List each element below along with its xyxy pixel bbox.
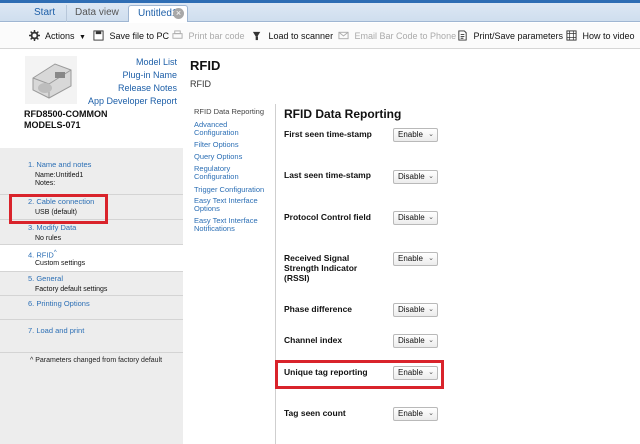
email-barcode-button[interactable]: Email Bar Code to Phone <box>338 29 456 44</box>
subnav-item-easy-text-interface-notifications[interactable]: Easy Text Interface Notifications <box>194 217 274 237</box>
step-rfid[interactable]: 4. RFID^ Custom settings <box>0 245 194 272</box>
load-scanner-label: Load to scanner <box>268 31 334 41</box>
chevron-down-icon: ⌄ <box>428 214 434 221</box>
step-title[interactable]: 3. Modify Data <box>28 223 76 233</box>
highlight-box-unique-tag-reporting <box>275 360 444 389</box>
printer-icon <box>172 30 183 39</box>
actions-menu-button[interactable]: Actions ▼ <box>29 29 86 44</box>
step-sub: Custom settings <box>35 260 86 267</box>
first-seen-timestamp-label: First seen time-stamp <box>284 129 372 139</box>
email-icon <box>338 31 349 40</box>
gear-icon <box>29 30 40 41</box>
left-panel: Model List Plug-in Name Release Notes Ap… <box>0 50 194 444</box>
save-file-button[interactable]: Save file to PC <box>93 29 169 44</box>
highlight-box-rfid-step <box>9 194 108 224</box>
step-general[interactable]: 5. General Factory default settings <box>0 272 183 296</box>
step-name-and-notes[interactable]: 1. Name and notes Name:Untitled1 Notes: <box>0 148 183 195</box>
model-list-link[interactable]: Model List <box>88 56 177 69</box>
chevron-down-icon: ⌄ <box>428 306 434 313</box>
print-barcode-button[interactable]: Print bar code <box>172 29 245 44</box>
chevron-down-icon: ⌄ <box>428 131 434 138</box>
phase-difference-label: Phase difference <box>284 304 353 314</box>
page-subtitle: RFID <box>190 79 211 89</box>
app-developer-report-link[interactable]: App Developer Report <box>88 95 177 108</box>
first-seen-timestamp-select[interactable]: Enable ⌄ <box>393 128 438 142</box>
step-sub: Factory default settings <box>35 286 108 293</box>
select-value: Disable <box>398 213 425 222</box>
save-icon <box>93 30 104 41</box>
save-label: Save file to PC <box>109 31 170 41</box>
model-links: Model List Plug-in Name Release Notes Ap… <box>88 56 177 108</box>
tag-seen-count-select[interactable]: Enable ⌄ <box>393 407 438 421</box>
tab-untitled1-label: Untitled1 <box>138 8 178 19</box>
last-seen-timestamp-select[interactable]: Disable ⌄ <box>393 170 438 184</box>
top-accent-line <box>0 0 640 3</box>
subnav: RFID Data Reporting Advanced Configurati… <box>194 108 274 237</box>
email-barcode-label: Email Bar Code to Phone <box>354 31 457 41</box>
how-to-video-button[interactable]: How to video <box>566 29 635 44</box>
step-load-and-print[interactable]: 7. Load and print <box>0 320 183 353</box>
step-printing-options[interactable]: 6. Printing Options <box>0 296 183 320</box>
subnav-item-easy-text-interface-options[interactable]: Easy Text Interface Options <box>194 197 274 217</box>
chevron-down-icon: ⌄ <box>428 255 434 262</box>
select-value: Disable <box>398 172 425 181</box>
chevron-down-icon: ⌄ <box>428 337 434 344</box>
chevron-down-icon: ⌄ <box>428 410 434 417</box>
rssi-select[interactable]: Enable ⌄ <box>393 252 438 266</box>
chevron-down-icon: ▼ <box>79 34 86 41</box>
document-icon <box>458 30 467 41</box>
chevron-down-icon: ⌄ <box>428 173 434 180</box>
step-title[interactable]: 1. Name and notes <box>28 160 91 170</box>
step-sub: No rules <box>35 235 62 242</box>
step-title[interactable]: 7. Load and print <box>28 326 84 336</box>
section-title: RFID Data Reporting <box>284 107 402 121</box>
step-title[interactable]: 6. Printing Options <box>28 299 90 309</box>
changed-marker: ^ <box>53 250 57 256</box>
close-icon[interactable]: × <box>173 8 184 19</box>
scanner-icon <box>252 31 261 41</box>
channel-index-label: Channel index <box>284 335 343 345</box>
tab-data-view[interactable]: Data view <box>66 5 127 22</box>
page-title: RFID <box>190 58 221 73</box>
channel-index-select[interactable]: Disable ⌄ <box>393 334 438 348</box>
subnav-item-regulatory-configuration[interactable]: Regulatory Configuration <box>194 165 274 186</box>
protocol-control-field-select[interactable]: Disable ⌄ <box>393 211 438 225</box>
select-value: Disable <box>398 336 425 345</box>
tab-untitled1[interactable]: Untitled1 × <box>128 5 188 22</box>
rssi-label: Received Signal Strength Indicator (RSSI… <box>284 253 358 283</box>
footnote: ^ Parameters changed from factory defaul… <box>30 357 163 364</box>
active-step-arrow <box>183 245 194 271</box>
print-save-params-label: Print/Save parameters <box>473 31 564 41</box>
last-seen-timestamp-label: Last seen time-stamp <box>284 170 371 180</box>
select-value: Disable <box>398 305 425 314</box>
phase-difference-select[interactable]: Disable ⌄ <box>393 303 438 317</box>
print-barcode-label: Print bar code <box>188 31 245 41</box>
subnav-item-advanced-configuration[interactable]: Advanced Configuration <box>194 121 274 141</box>
video-icon <box>566 30 577 41</box>
tag-seen-count-label: Tag seen count <box>284 408 346 418</box>
tab-start[interactable]: Start <box>26 5 63 22</box>
how-to-video-label: How to video <box>582 31 635 41</box>
select-value: Enable <box>398 130 423 139</box>
steps-panel: 1. Name and notes Name:Untitled1 Notes: … <box>0 148 194 444</box>
toolbar: Actions ▼ Save file to PC Print bar code… <box>0 23 640 49</box>
load-scanner-button[interactable]: Load to scanner <box>252 29 333 44</box>
tab-bar: Start Data view Untitled1 × <box>0 0 640 22</box>
print-save-params-button[interactable]: Print/Save parameters <box>457 29 563 44</box>
select-value: Enable <box>398 254 423 263</box>
content-divider <box>275 104 276 444</box>
protocol-control-field-label: Protocol Control field <box>284 212 371 222</box>
device-image <box>25 56 77 104</box>
actions-label: Actions <box>45 31 75 41</box>
select-value: Enable <box>398 409 423 418</box>
plugin-name-link[interactable]: Plug-in Name <box>88 69 177 82</box>
step-title[interactable]: 5. General <box>28 274 63 284</box>
step-sub: Notes: <box>35 180 56 187</box>
release-notes-link[interactable]: Release Notes <box>88 82 177 95</box>
model-name: RFD8500-COMMON MODELS-071 <box>24 109 108 130</box>
